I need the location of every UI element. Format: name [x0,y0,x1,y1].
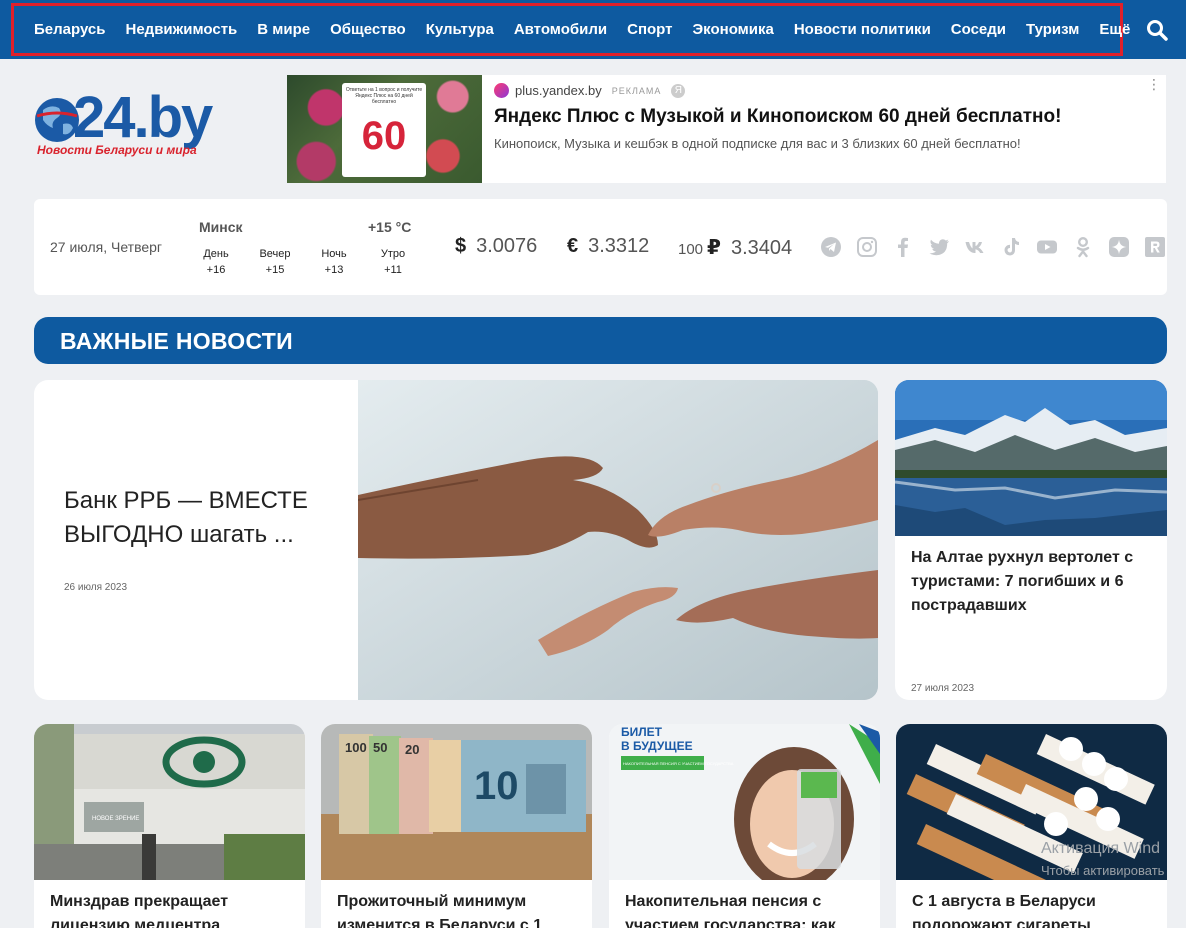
news-card[interactable]: 100 50 20 10 Прожиточный минимум изменит… [321,724,592,928]
vk-icon[interactable] [964,236,986,258]
nav-item-society[interactable]: Общество [320,21,416,38]
info-bar: 27 июля, Четверг Минск +15 °С День +16 В… [34,199,1167,295]
instagram-icon[interactable] [856,236,878,258]
card-title[interactable]: С 1 августа в Беларуси подорожают сигаре… [912,890,1157,928]
yandex-icon: Я [671,83,686,98]
news-card[interactable]: С 1 августа в Беларуси подорожают сигаре… [896,724,1167,928]
watermark-line1: Активация Wind [1041,840,1160,857]
svg-text:НАКОПИТЕЛЬНАЯ ПЕНСИЯ С УЧАСТИЕ: НАКОПИТЕЛЬНАЯ ПЕНСИЯ С УЧАСТИЕМ ГОСУДАРС… [623,761,734,766]
hero-news-card[interactable]: Банк РРБ — ВМЕСТЕ ВЫГОДНО шагать ... 26 … [34,380,878,700]
forecast-label: Ночь [321,248,347,260]
mountains-image [895,380,1167,536]
rutube-icon[interactable] [1144,236,1166,258]
svg-text:100: 100 [345,740,367,755]
rub-symbol: ₽ [707,237,721,259]
logo-subtitle: Новости Беларуси и мира [37,143,197,157]
currency-value: 3.3404 [730,237,793,259]
current-date: 27 июля, Четверг [50,239,163,255]
nav-item-culture[interactable]: Культура [416,21,504,38]
ad-description: Кинопоиск, Музыка и кешбэк в одной подпи… [494,136,1021,151]
ad-card-text: Ответьте на 1 вопрос и получите Яндекс П… [345,87,423,105]
twitter-icon[interactable] [928,236,950,258]
ad-title[interactable]: Яндекс Плюс с Музыкой и Кинопоиском 60 д… [494,106,1061,128]
zen-icon[interactable] [1108,236,1130,258]
nav-menu: Беларусь Недвижимость В мире Общество Ку… [24,0,1140,59]
top-navigation: Беларусь Недвижимость В мире Общество Ку… [0,0,1186,59]
svg-text:10: 10 [474,764,519,808]
svg-text:БИЛЕТ: БИЛЕТ [621,725,663,739]
currency-value: 3.0076 [476,235,538,257]
ad-card-number: 60 [361,114,407,158]
usd-symbol: $ [455,235,467,257]
banknotes-image: 100 50 20 10 [321,724,592,880]
search-icon[interactable] [1146,19,1168,41]
forecast-label: Утро [380,248,406,260]
svg-text:50: 50 [373,740,387,755]
forecast-night: Ночь +13 [311,248,357,276]
yandex-plus-icon [494,83,509,98]
os-activation-watermark: Активация Wind Чтобы активировать [1041,838,1164,882]
odnoklassniki-icon[interactable] [1072,236,1094,258]
side-news-card[interactable]: На Алтае рухнул вертолет с туристами: 7 … [895,380,1167,700]
forecast-value: +11 [384,264,402,276]
svg-text:В БУДУЩЕЕ: В БУДУЩЕЕ [621,739,693,753]
currency-value: 3.3312 [588,235,650,257]
forecast-value: +13 [324,264,344,276]
rub-prefix: 100 [678,241,704,258]
medical-center-image: НОВОЕ ЗРЕНИЕ [34,724,305,880]
eur-symbol: € [567,235,579,257]
hero-date: 26 июля 2023 [64,582,128,593]
weather-city: Минск [199,219,243,235]
pension-promo-image: БИЛЕТ В БУДУЩЕЕ НАКОПИТЕЛЬНАЯ ПЕНСИЯ С У… [609,724,880,880]
nav-item-neighbors[interactable]: Соседи [941,21,1016,38]
nav-item-sport[interactable]: Спорт [617,21,682,38]
ad-image: Ответьте на 1 вопрос и получите Яндекс П… [287,75,482,183]
nav-item-economy[interactable]: Экономика [682,21,783,38]
card-title[interactable]: Прожиточный минимум изменится в Беларуси… [337,890,582,928]
news-card[interactable]: БИЛЕТ В БУДУЩЕЕ НАКОПИТЕЛЬНАЯ ПЕНСИЯ С У… [609,724,880,928]
nav-item-tourism[interactable]: Туризм [1016,21,1089,38]
advertisement-banner[interactable]: Ответьте на 1 вопрос и получите Яндекс П… [287,75,1166,183]
more-options-icon[interactable]: ⋮ [1147,77,1161,99]
site-logo[interactable]: 24.by Новости Беларуси и мира [33,85,243,163]
watermark-line2: Чтобы активировать [1041,863,1165,878]
forecast-label: День [203,248,229,260]
forecast-label: Вечер [259,248,291,260]
weather-current-temp: +15 °С [368,219,412,235]
youtube-icon[interactable] [1036,236,1058,258]
section-title: ВАЖНЫЕ НОВОСТИ [60,328,293,354]
ad-label: РЕКЛАМА [611,85,662,96]
svg-text:20: 20 [405,742,419,757]
nav-item-world[interactable]: В мире [247,21,320,38]
currency-eur: €3.3312 [567,235,649,258]
forecast-value: +15 [265,264,285,276]
news-card[interactable]: НОВОЕ ЗРЕНИЕ Минздрав прекращает лицензи… [34,724,305,928]
currency-usd: $3.0076 [455,235,537,258]
side-date: 27 июля 2023 [911,683,975,694]
facebook-icon[interactable] [892,236,914,258]
nav-item-politics[interactable]: Новости политики [784,21,941,38]
nav-item-auto[interactable]: Автомобили [504,21,617,38]
ad-promo-card: Ответьте на 1 вопрос и получите Яндекс П… [342,83,426,177]
ad-source: plus.yandex.by РЕКЛАМА Я [494,83,686,98]
nav-item-more[interactable]: Ещё [1089,21,1140,38]
hero-image-hands [358,380,878,700]
important-news-header: ВАЖНЫЕ НОВОСТИ [34,317,1167,364]
sign-text: НОВОЕ ЗРЕНИЕ [92,816,139,822]
forecast-evening: Вечер +15 [252,248,298,276]
hero-title[interactable]: Банк РРБ — ВМЕСТЕ ВЫГОДНО шагать ... [64,484,334,552]
tiktok-icon[interactable] [1000,236,1022,258]
ad-domain: plus.yandex.by [515,83,602,98]
side-title[interactable]: На Алтае рухнул вертолет с туристами: 7 … [911,546,1157,618]
telegram-icon[interactable] [820,236,842,258]
nav-item-belarus[interactable]: Беларусь [24,21,116,38]
forecast-value: +16 [206,264,226,276]
currency-rub: 100 ₽3.3404 [678,235,792,260]
forecast-day: День +16 [193,248,239,276]
forecast-morning: Утро +11 [370,248,416,276]
social-links [820,236,1166,258]
card-title[interactable]: Минздрав прекращает лицензию медцентра [50,890,295,928]
nav-item-realty[interactable]: Недвижимость [116,21,248,38]
card-title[interactable]: Накопительная пенсия с участием государс… [625,890,870,928]
